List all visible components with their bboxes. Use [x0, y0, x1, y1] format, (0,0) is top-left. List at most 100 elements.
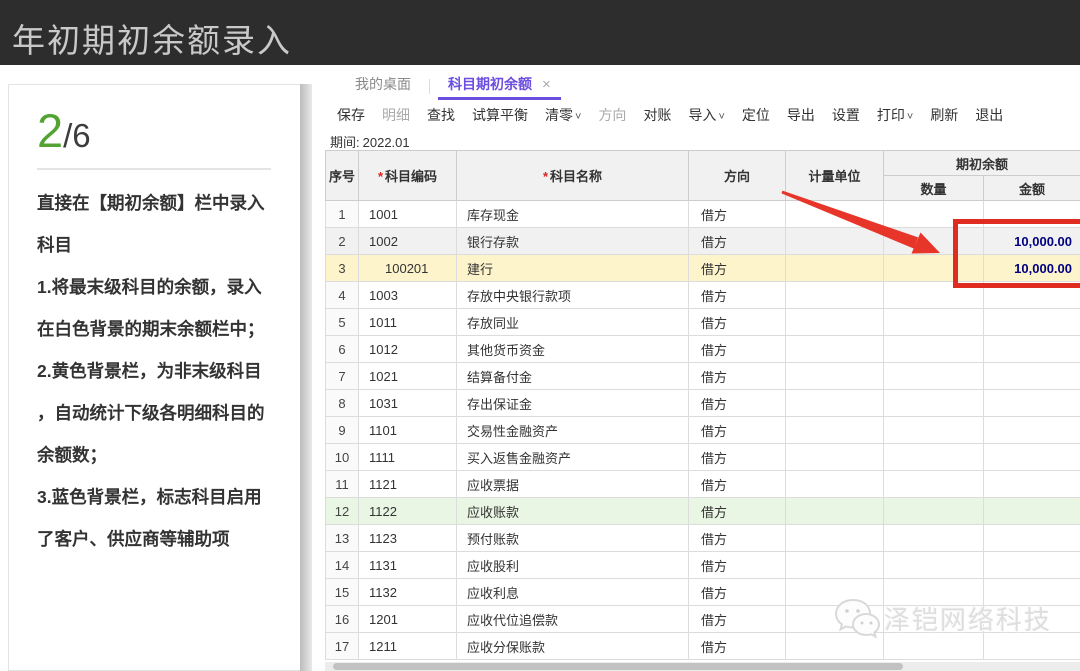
quantity-cell[interactable]	[884, 390, 984, 417]
table-row[interactable]: 171211应收分保账款借方	[326, 633, 1080, 660]
direction-cell[interactable]: 借方	[689, 552, 786, 579]
quantity-cell[interactable]	[884, 255, 984, 282]
unit-cell[interactable]	[786, 363, 884, 390]
subject-name-cell[interactable]: 存放中央银行款项	[457, 282, 689, 309]
direction-cell[interactable]: 借方	[689, 390, 786, 417]
quantity-cell[interactable]	[884, 444, 984, 471]
toolbar-button-detail[interactable]: 明细	[382, 105, 410, 125]
toolbar-button-print[interactable]: 打印˅	[877, 105, 913, 125]
quantity-cell[interactable]	[884, 579, 984, 606]
amount-cell[interactable]	[984, 282, 1080, 309]
unit-cell[interactable]	[786, 525, 884, 552]
subject-code-cell[interactable]: 100201	[359, 255, 457, 282]
table-row[interactable]: 131123预付账款借方	[326, 525, 1080, 552]
amount-cell[interactable]	[984, 444, 1080, 471]
direction-cell[interactable]: 借方	[689, 579, 786, 606]
direction-cell[interactable]: 借方	[689, 363, 786, 390]
table-row[interactable]: 81031存出保证金借方	[326, 390, 1080, 417]
direction-cell[interactable]: 借方	[689, 336, 786, 363]
amount-cell[interactable]	[984, 201, 1080, 228]
unit-cell[interactable]	[786, 228, 884, 255]
subject-code-cell[interactable]: 1021	[359, 363, 457, 390]
toolbar-button-trial-balance[interactable]: 试算平衡	[472, 105, 528, 125]
quantity-cell[interactable]	[884, 552, 984, 579]
quantity-cell[interactable]	[884, 201, 984, 228]
table-row[interactable]: 161201应收代位追偿款借方	[326, 606, 1080, 633]
unit-cell[interactable]	[786, 444, 884, 471]
table-row[interactable]: 61012其他货币资金借方	[326, 336, 1080, 363]
unit-cell[interactable]	[786, 255, 884, 282]
toolbar-button-reconcile[interactable]: 对账	[643, 105, 671, 125]
subject-name-cell[interactable]: 存放同业	[457, 309, 689, 336]
quantity-cell[interactable]	[884, 363, 984, 390]
quantity-cell[interactable]	[884, 606, 984, 633]
table-row[interactable]: 91101交易性金融资产借方	[326, 417, 1080, 444]
table-row[interactable]: 71021结算备付金借方	[326, 363, 1080, 390]
direction-cell[interactable]: 借方	[689, 633, 786, 660]
subject-code-cell[interactable]: 1003	[359, 282, 457, 309]
subject-code-cell[interactable]: 1101	[359, 417, 457, 444]
amount-cell[interactable]	[984, 336, 1080, 363]
table-row[interactable]: 3100201建行借方10,000.00	[326, 255, 1080, 282]
table-row[interactable]: 111121应收票据借方	[326, 471, 1080, 498]
subject-name-cell[interactable]: 库存现金	[457, 201, 689, 228]
subject-name-cell[interactable]: 结算备付金	[457, 363, 689, 390]
direction-cell[interactable]: 借方	[689, 525, 786, 552]
toolbar-button-find[interactable]: 查找	[427, 105, 455, 125]
unit-cell[interactable]	[786, 579, 884, 606]
amount-cell[interactable]	[984, 363, 1080, 390]
subject-name-cell[interactable]: 预付账款	[457, 525, 689, 552]
quantity-cell[interactable]	[884, 498, 984, 525]
scrollbar-handle[interactable]	[333, 663, 903, 670]
direction-cell[interactable]: 借方	[689, 444, 786, 471]
direction-cell[interactable]: 借方	[689, 606, 786, 633]
subject-name-cell[interactable]: 应收分保账款	[457, 633, 689, 660]
direction-cell[interactable]: 借方	[689, 255, 786, 282]
amount-cell[interactable]: 10,000.00	[984, 255, 1080, 282]
subject-code-cell[interactable]: 1132	[359, 579, 457, 606]
unit-cell[interactable]	[786, 552, 884, 579]
subject-code-cell[interactable]: 1012	[359, 336, 457, 363]
quantity-cell[interactable]	[884, 309, 984, 336]
toolbar-button-settings[interactable]: 设置	[832, 105, 860, 125]
unit-cell[interactable]	[786, 201, 884, 228]
period-value[interactable]: 2022.01	[363, 135, 410, 150]
amount-cell[interactable]	[984, 525, 1080, 552]
table-row[interactable]: 21002银行存款借方10,000.00	[326, 228, 1080, 255]
amount-cell[interactable]: 10,000.00	[984, 228, 1080, 255]
table-row[interactable]: 41003存放中央银行款项借方	[326, 282, 1080, 309]
unit-cell[interactable]	[786, 336, 884, 363]
amount-cell[interactable]	[984, 552, 1080, 579]
amount-cell[interactable]	[984, 417, 1080, 444]
subject-name-cell[interactable]: 应收利息	[457, 579, 689, 606]
subject-name-cell[interactable]: 存出保证金	[457, 390, 689, 417]
subject-name-cell[interactable]: 其他货币资金	[457, 336, 689, 363]
table-row[interactable]: 51011存放同业借方	[326, 309, 1080, 336]
unit-cell[interactable]	[786, 606, 884, 633]
subject-name-cell[interactable]: 应收账款	[457, 498, 689, 525]
amount-cell[interactable]	[984, 633, 1080, 660]
quantity-cell[interactable]	[884, 471, 984, 498]
subject-code-cell[interactable]: 1011	[359, 309, 457, 336]
subject-code-cell[interactable]: 1031	[359, 390, 457, 417]
horizontal-scrollbar[interactable]	[325, 662, 1080, 671]
table-row[interactable]: 121122应收账款借方	[326, 498, 1080, 525]
quantity-cell[interactable]	[884, 282, 984, 309]
quantity-cell[interactable]	[884, 633, 984, 660]
unit-cell[interactable]	[786, 471, 884, 498]
subject-code-cell[interactable]: 1121	[359, 471, 457, 498]
subject-name-cell[interactable]: 应收股利	[457, 552, 689, 579]
toolbar-button-exit[interactable]: 退出	[975, 105, 1003, 125]
direction-cell[interactable]: 借方	[689, 417, 786, 444]
tab-my-desktop[interactable]: 我的桌面	[345, 70, 421, 100]
subject-name-cell[interactable]: 银行存款	[457, 228, 689, 255]
toolbar-button-locate[interactable]: 定位	[742, 105, 770, 125]
amount-cell[interactable]	[984, 606, 1080, 633]
subject-name-cell[interactable]: 交易性金融资产	[457, 417, 689, 444]
direction-cell[interactable]: 借方	[689, 471, 786, 498]
subject-name-cell[interactable]: 建行	[457, 255, 689, 282]
subject-name-cell[interactable]: 应收票据	[457, 471, 689, 498]
subject-code-cell[interactable]: 1001	[359, 201, 457, 228]
unit-cell[interactable]	[786, 309, 884, 336]
subject-code-cell[interactable]: 1002	[359, 228, 457, 255]
